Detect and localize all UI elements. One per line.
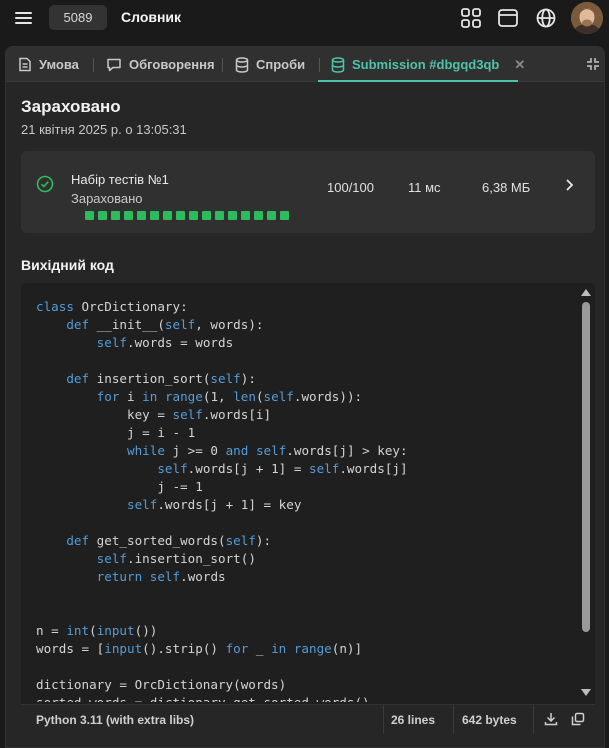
- code-line: self.words[j + 1] = key: [127, 497, 302, 512]
- code-line: for i in range(1, len(self.words)):: [96, 389, 363, 404]
- code-line: def get_sorted_words(self):: [66, 533, 272, 548]
- code-line: self.words = words: [96, 335, 234, 350]
- test-result-square: [215, 211, 224, 220]
- code-line: j -= 1: [36, 479, 203, 494]
- test-result-square: [267, 211, 276, 220]
- submission-date: 21 квітня 2025 р. о 13:05:31: [21, 122, 187, 137]
- test-result-square: [280, 211, 289, 220]
- database-icon: [235, 56, 249, 73]
- test-result-square: [176, 211, 185, 220]
- scroll-thumb[interactable]: [582, 302, 590, 632]
- layout-grid-icon[interactable]: [460, 7, 482, 29]
- test-result-square: [150, 211, 159, 220]
- code-line: self.insertion_sort(): [96, 551, 256, 566]
- copy-icon[interactable]: [571, 712, 585, 729]
- tab-discussion[interactable]: Обговорення: [106, 47, 215, 82]
- test-result-square: [111, 211, 120, 220]
- globe-icon[interactable]: [535, 7, 557, 29]
- problem-id-badge[interactable]: 5089: [49, 5, 107, 30]
- tab-attempts[interactable]: Спроби: [235, 47, 305, 82]
- code-line: j = i - 1: [36, 425, 196, 440]
- test-result-square: [124, 211, 133, 220]
- scroll-up-arrow[interactable]: [581, 289, 591, 296]
- code-line: words = [input().strip() for _ in range(…: [36, 641, 363, 656]
- code-line: while j >= 0 and self.words[j] > key:: [127, 443, 408, 458]
- code-line: def __init__(self, words):: [66, 317, 264, 332]
- test-score: 100/100: [327, 180, 374, 195]
- tab-submission[interactable]: Submission #dbgqd3qb ✕: [331, 47, 525, 82]
- test-set-name: Набір тестів №1: [71, 172, 169, 187]
- test-result-square: [85, 211, 94, 220]
- collapse-icon[interactable]: [586, 57, 600, 76]
- user-avatar[interactable]: [571, 2, 603, 34]
- test-result-square: [189, 211, 198, 220]
- source-code-heading: Вихідний код: [21, 257, 114, 273]
- code-line: key = self.words[i]: [36, 407, 272, 422]
- chat-bubble-icon: [107, 58, 121, 72]
- test-result-square: [163, 211, 172, 220]
- menu-icon[interactable]: [14, 9, 34, 27]
- close-icon[interactable]: ✕: [514, 57, 525, 73]
- code-footer: Python 3.11 (with extra libs) 26 lines 6…: [21, 704, 595, 734]
- code-line: def insertion_sort(self):: [66, 371, 256, 386]
- browser-window-icon[interactable]: [497, 7, 519, 29]
- test-set-status: Зараховано: [71, 191, 143, 206]
- problem-title: Словник: [121, 9, 182, 25]
- test-result-square: [202, 211, 211, 220]
- test-memory: 6,38 МБ: [482, 180, 531, 195]
- tab-label: Submission #dbgqd3qb: [352, 57, 500, 72]
- scroll-down-arrow[interactable]: [581, 689, 591, 696]
- submission-status: Зараховано: [21, 97, 121, 116]
- language-label: Python 3.11 (with extra libs): [36, 713, 195, 727]
- document-icon: [19, 57, 31, 72]
- tab-bar: Умова Обговорення Спроби Submission #dbg…: [6, 47, 604, 82]
- code-content[interactable]: class OrcDictionary: def __init__(self, …: [36, 298, 576, 702]
- test-set-card[interactable]: Набір тестів №1 Зараховано 100/100 11 мс…: [21, 151, 595, 233]
- test-result-square: [241, 211, 250, 220]
- code-line: n = int(input()): [36, 623, 158, 638]
- byte-count: 642 bytes: [462, 713, 517, 727]
- code-line: return self.words: [96, 569, 226, 584]
- test-result-square: [254, 211, 263, 220]
- code-viewer[interactable]: class OrcDictionary: def __init__(self, …: [21, 283, 595, 734]
- download-icon[interactable]: [544, 712, 558, 729]
- database-icon: [331, 56, 345, 73]
- chevron-right-icon[interactable]: [563, 178, 575, 197]
- code-line: self.words[j + 1] = self.words[j]: [157, 461, 408, 476]
- tab-label: Умова: [39, 57, 79, 72]
- test-result-square: [228, 211, 237, 220]
- tab-statement[interactable]: Умова: [18, 47, 79, 82]
- code-line: class OrcDictionary:: [36, 299, 188, 314]
- line-count: 26 lines: [391, 713, 436, 727]
- active-tab-indicator: [318, 80, 518, 82]
- test-result-square: [137, 211, 146, 220]
- submission-panel: Умова Обговорення Спроби Submission #dbg…: [5, 46, 605, 748]
- tab-label: Спроби: [256, 57, 306, 72]
- code-line: dictionary = OrcDictionary(words): [36, 677, 287, 692]
- test-results-bar: [85, 211, 289, 220]
- tab-label: Обговорення: [129, 57, 215, 72]
- test-result-square: [98, 211, 107, 220]
- check-circle-icon: [36, 175, 54, 198]
- code-scrollbar[interactable]: [579, 285, 593, 703]
- top-bar: 5089 Словник: [0, 0, 609, 36]
- test-time: 11 мс: [408, 180, 441, 195]
- code-line: sorted_words = dictionary.get_sorted_wor…: [36, 694, 576, 702]
